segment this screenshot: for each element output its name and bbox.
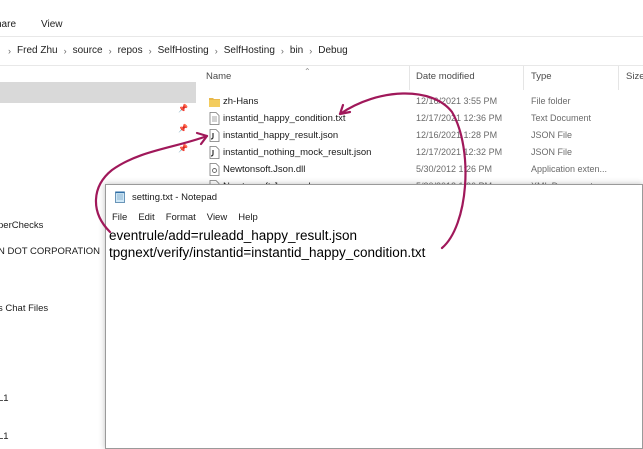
json-file-icon — [209, 129, 220, 142]
file-type: Text Document — [531, 113, 592, 123]
nav-item[interactable]: s Chat Files — [0, 303, 48, 314]
file-type: JSON File — [531, 130, 573, 140]
column-header-date[interactable]: Date modified — [416, 71, 475, 89]
file-date: 12/16/2021 3:55 PM — [416, 96, 498, 106]
text-line: tpgnext/verify/instantid=instantid_happy… — [109, 245, 426, 260]
file-type: File folder — [531, 96, 571, 106]
file-row[interactable]: instantid_nothing_mock_result.json 12/17… — [197, 144, 643, 161]
column-header-name[interactable]: Name ⌃ — [206, 67, 311, 89]
json-file-icon — [209, 146, 220, 159]
column-header-type[interactable]: Type — [531, 71, 552, 89]
file-name: instantid_happy_condition.txt — [223, 113, 346, 124]
explorer-ribbon: hare View — [0, 0, 643, 36]
breadcrumb-item[interactable]: bin — [290, 45, 303, 56]
breadcrumb-item[interactable]: Debug — [318, 45, 347, 56]
address-bar[interactable]: › Fred Zhu › source › repos › SelfHostin… — [0, 36, 643, 66]
file-name: instantid_nothing_mock_result.json — [223, 147, 372, 158]
chevron-right-icon: › — [108, 45, 112, 56]
nav-item[interactable]: perChecks — [0, 220, 43, 231]
menu-file[interactable]: File — [106, 209, 132, 227]
chevron-right-icon: › — [214, 45, 218, 56]
file-name: instantid_happy_result.json — [223, 130, 339, 141]
file-row[interactable]: instantid_happy_result.json 12/16/2021 1… — [197, 127, 643, 144]
notepad-title-bar[interactable]: setting.txt - Notepad — [106, 185, 642, 209]
menu-edit[interactable]: Edit — [132, 209, 159, 227]
dll-file-icon — [209, 163, 220, 176]
breadcrumb-item[interactable]: source — [73, 45, 103, 56]
breadcrumb-item[interactable]: SelfHosting — [158, 45, 209, 56]
nav-item-selected[interactable] — [0, 82, 196, 103]
notepad-window[interactable]: setting.txt - Notepad File Edit Format V… — [105, 184, 643, 449]
file-type: JSON File — [531, 147, 573, 157]
folder-icon — [209, 98, 220, 107]
chevron-right-icon: › — [280, 45, 284, 56]
notepad-title: setting.txt - Notepad — [132, 192, 218, 203]
breadcrumb: › Fred Zhu › source › repos › SelfHostin… — [8, 45, 348, 56]
column-divider[interactable] — [618, 66, 619, 90]
notepad-text-area[interactable]: eventrule/add=ruleadd_happy_result.json … — [106, 227, 642, 448]
ribbon-tab-share[interactable]: hare — [0, 19, 16, 30]
column-divider[interactable] — [523, 66, 524, 90]
text-line: eventrule/add=ruleadd_happy_result.json — [109, 228, 358, 243]
chevron-right-icon: › — [148, 45, 152, 56]
menu-view[interactable]: View — [201, 209, 232, 227]
pin-icon[interactable]: 📌 — [178, 104, 188, 113]
file-type: Application exten... — [531, 164, 608, 174]
menu-format[interactable]: Format — [160, 209, 201, 227]
column-header-size[interactable]: Size — [626, 71, 643, 89]
breadcrumb-item[interactable]: Fred Zhu — [17, 45, 58, 56]
breadcrumb-item[interactable]: repos — [118, 45, 143, 56]
text-file-icon — [209, 112, 220, 125]
column-label: Name — [206, 71, 232, 82]
file-row[interactable]: instantid_happy_condition.txt 12/17/2021… — [197, 110, 643, 127]
chevron-right-icon: › — [8, 45, 11, 56]
pin-icon[interactable]: 📌 — [178, 144, 188, 153]
column-divider[interactable] — [409, 66, 410, 90]
sort-ascending-icon: ⌃ — [304, 67, 311, 76]
breadcrumb-item[interactable]: SelfHosting — [224, 45, 275, 56]
file-date: 12/16/2021 1:28 PM — [416, 130, 498, 140]
file-date: 12/17/2021 12:36 PM — [416, 113, 503, 123]
file-date: 5/30/2012 1:26 PM — [416, 164, 493, 174]
ribbon-tab-view[interactable]: View — [41, 19, 63, 30]
menu-help[interactable]: Help — [232, 209, 263, 227]
file-date: 12/17/2021 12:32 PM — [416, 147, 503, 157]
file-name: Newtonsoft.Json.dll — [223, 164, 306, 175]
file-row[interactable]: zh-Hans 12/16/2021 3:55 PM File folder — [197, 93, 643, 110]
nav-item[interactable]: L1 — [0, 431, 9, 442]
chevron-right-icon: › — [63, 45, 67, 56]
file-row[interactable]: Newtonsoft.Json.dll 5/30/2012 1:26 PM Ap… — [197, 161, 643, 178]
chevron-right-icon: › — [309, 45, 313, 56]
notepad-icon — [115, 191, 125, 203]
notepad-menu-bar: File Edit Format View Help — [106, 209, 642, 227]
nav-item[interactable]: L1 — [0, 393, 9, 404]
pin-icon[interactable]: 📌 — [178, 124, 188, 133]
file-name: zh-Hans — [223, 96, 259, 107]
nav-item[interactable]: N DOT CORPORATION — [0, 246, 100, 257]
